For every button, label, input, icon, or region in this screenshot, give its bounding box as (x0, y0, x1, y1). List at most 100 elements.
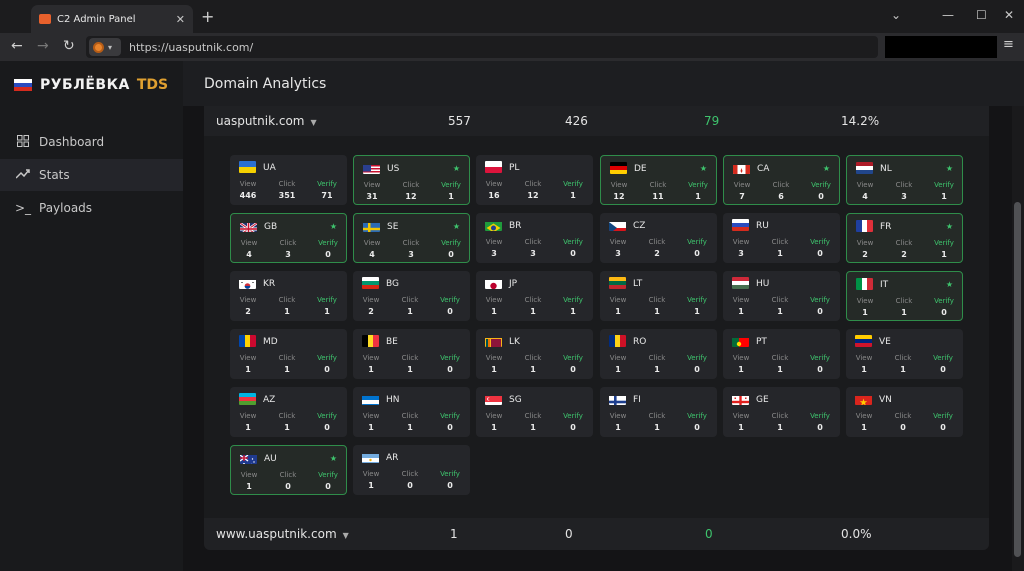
reload-icon[interactable]: ↻ (63, 38, 75, 54)
country-card-ua[interactable]: UA View Click Verify 446 351 71 (230, 155, 347, 205)
url-text[interactable]: https://uasputnik.com/ (129, 41, 253, 54)
forward-arrow-icon[interactable]: → (37, 38, 49, 54)
verify-label: Verify (317, 354, 337, 362)
click-count: 1 (530, 365, 536, 374)
page-header: Domain Analytics (183, 61, 1024, 106)
verify-label: Verify (933, 354, 953, 362)
brand-suffix: TDS (136, 77, 169, 93)
country-code: KR (263, 279, 276, 289)
verify-count: 0 (818, 192, 824, 201)
scrollbar[interactable] (1012, 106, 1024, 571)
view-count: 1 (368, 365, 374, 374)
country-card-hu[interactable]: HU View Click Verify 1 1 0 (723, 271, 840, 321)
country-card-fr[interactable]: FR ★ View Click Verify 2 2 1 (846, 213, 963, 263)
verify-label: Verify (934, 239, 954, 247)
tab-list-chevron-icon[interactable]: ⌄ (891, 8, 901, 22)
view-label: View (609, 296, 627, 304)
country-card-be[interactable]: BE View Click Verify 1 1 0 (353, 329, 470, 379)
country-card-lt[interactable]: LT View Click Verify 1 1 1 (600, 271, 717, 321)
country-card-az[interactable]: AZ View Click Verify 1 1 0 (230, 387, 347, 437)
country-card-br[interactable]: BR View Click Verify 3 3 0 (476, 213, 593, 263)
country-card-se[interactable]: SE ★ View Click Verify 4 3 0 (353, 213, 470, 263)
click-count: 2 (654, 249, 660, 258)
view-label: View (485, 412, 503, 420)
verify-count: 1 (448, 192, 454, 201)
click-label: Click (648, 354, 666, 362)
site-info-button[interactable]: ▾ (89, 38, 121, 56)
minimize-icon[interactable]: — (942, 8, 954, 22)
view-count: 1 (245, 423, 251, 432)
domain-row[interactable]: uasputnik.com ▼ 557 426 79 14.2% (204, 106, 989, 136)
country-code: RO (633, 337, 647, 347)
country-card-hn[interactable]: HN View Click Verify 1 1 0 (353, 387, 470, 437)
country-card-ru[interactable]: RU View Click Verify 3 1 0 (723, 213, 840, 263)
view-count: 1 (245, 365, 251, 374)
country-card-fi[interactable]: FI View Click Verify 1 1 0 (600, 387, 717, 437)
country-card-pt[interactable]: PT View Click Verify 1 1 0 (723, 329, 840, 379)
view-label: View (239, 180, 257, 188)
view-count: 3 (615, 249, 621, 258)
view-count: 4 (862, 192, 868, 201)
domain-row[interactable]: www.uasputnik.com ▼ 1 0 0 0.0% (204, 518, 989, 550)
view-label: View (855, 354, 873, 362)
address-bar[interactable]: ▾ https://uasputnik.com/ (86, 36, 878, 58)
flag-lt-icon (609, 277, 626, 289)
verify-count: 0 (570, 249, 576, 258)
verify-label: Verify (810, 296, 830, 304)
domain-views: 1 (450, 527, 458, 541)
flag-jp-icon (485, 277, 502, 289)
browser-menu-icon[interactable]: ≡ (1003, 37, 1014, 52)
country-card-sg[interactable]: SG View Click Verify 1 1 0 (476, 387, 593, 437)
country-card-gb[interactable]: GB ★ View Click Verify 4 3 0 (230, 213, 347, 263)
flag-it-icon (856, 278, 873, 290)
back-arrow-icon[interactable]: ← (11, 38, 23, 54)
country-card-it[interactable]: IT ★ View Click Verify 1 1 0 (846, 271, 963, 321)
verify-count: 71 (321, 191, 333, 200)
view-label: View (732, 412, 750, 420)
country-card-md[interactable]: MD View Click Verify 1 1 0 (230, 329, 347, 379)
browser-tab[interactable]: C2 Admin Panel ✕ (31, 5, 193, 33)
country-card-nl[interactable]: NL ★ View Click Verify 4 3 1 (846, 155, 963, 205)
domain-name[interactable]: uasputnik.com ▼ (216, 114, 317, 128)
tab-close-icon[interactable]: ✕ (176, 13, 185, 26)
click-label: Click (894, 354, 912, 362)
flag-az-icon (239, 393, 256, 405)
flag-sg-icon (485, 393, 502, 405)
country-card-pl[interactable]: PL View Click Verify 16 12 1 (476, 155, 593, 205)
country-card-vn[interactable]: VN View Click Verify 1 0 0 (846, 387, 963, 437)
country-card-jp[interactable]: JP View Click Verify 1 1 1 (476, 271, 593, 321)
country-card-ge[interactable]: GE View Click Verify 1 1 0 (723, 387, 840, 437)
flag-fr-icon (856, 220, 873, 232)
country-card-ve[interactable]: VE View Click Verify 1 1 0 (846, 329, 963, 379)
star-icon: ★ (452, 222, 460, 231)
verify-label: Verify (440, 354, 460, 362)
country-card-bg[interactable]: BG View Click Verify 2 1 0 (353, 271, 470, 321)
domain-name[interactable]: www.uasputnik.com ▼ (216, 527, 349, 541)
country-card-ca[interactable]: CA ★ View Click Verify 7 6 0 (723, 155, 840, 205)
view-label: View (239, 354, 257, 362)
new-tab-icon[interactable]: + (201, 7, 214, 26)
maximize-icon[interactable]: ☐ (976, 8, 987, 22)
click-count: 3 (901, 192, 907, 201)
sidebar-item-payloads[interactable]: >_ Payloads (0, 192, 183, 224)
view-count: 1 (738, 423, 744, 432)
verify-count: 0 (940, 423, 946, 432)
click-label: Click (278, 180, 296, 188)
country-card-lk[interactable]: LK View Click Verify 1 1 0 (476, 329, 593, 379)
window-close-icon[interactable]: ✕ (1004, 8, 1014, 22)
scrollbar-thumb[interactable] (1014, 202, 1021, 557)
country-card-cz[interactable]: CZ View Click Verify 3 2 0 (600, 213, 717, 263)
country-card-ar[interactable]: AR View Click Verify 1 0 0 (353, 445, 470, 495)
click-count: 1 (407, 423, 413, 432)
country-card-ro[interactable]: RO View Click Verify 1 1 0 (600, 329, 717, 379)
sidebar-item-stats[interactable]: Stats (0, 159, 183, 191)
country-card-us[interactable]: US ★ View Click Verify 31 12 1 (353, 155, 470, 205)
click-label: Click (278, 354, 296, 362)
sidebar-item-dashboard[interactable]: Dashboard (0, 126, 183, 158)
click-count: 1 (901, 308, 907, 317)
country-card-au[interactable]: AU ★ View Click Verify 1 0 0 (230, 445, 347, 495)
country-card-de[interactable]: DE ★ View Click Verify 12 11 1 (600, 155, 717, 205)
verify-label: Verify (317, 180, 337, 188)
country-card-kr[interactable]: KR View Click Verify 2 1 1 (230, 271, 347, 321)
domain-rate: 14.2% (841, 114, 880, 128)
